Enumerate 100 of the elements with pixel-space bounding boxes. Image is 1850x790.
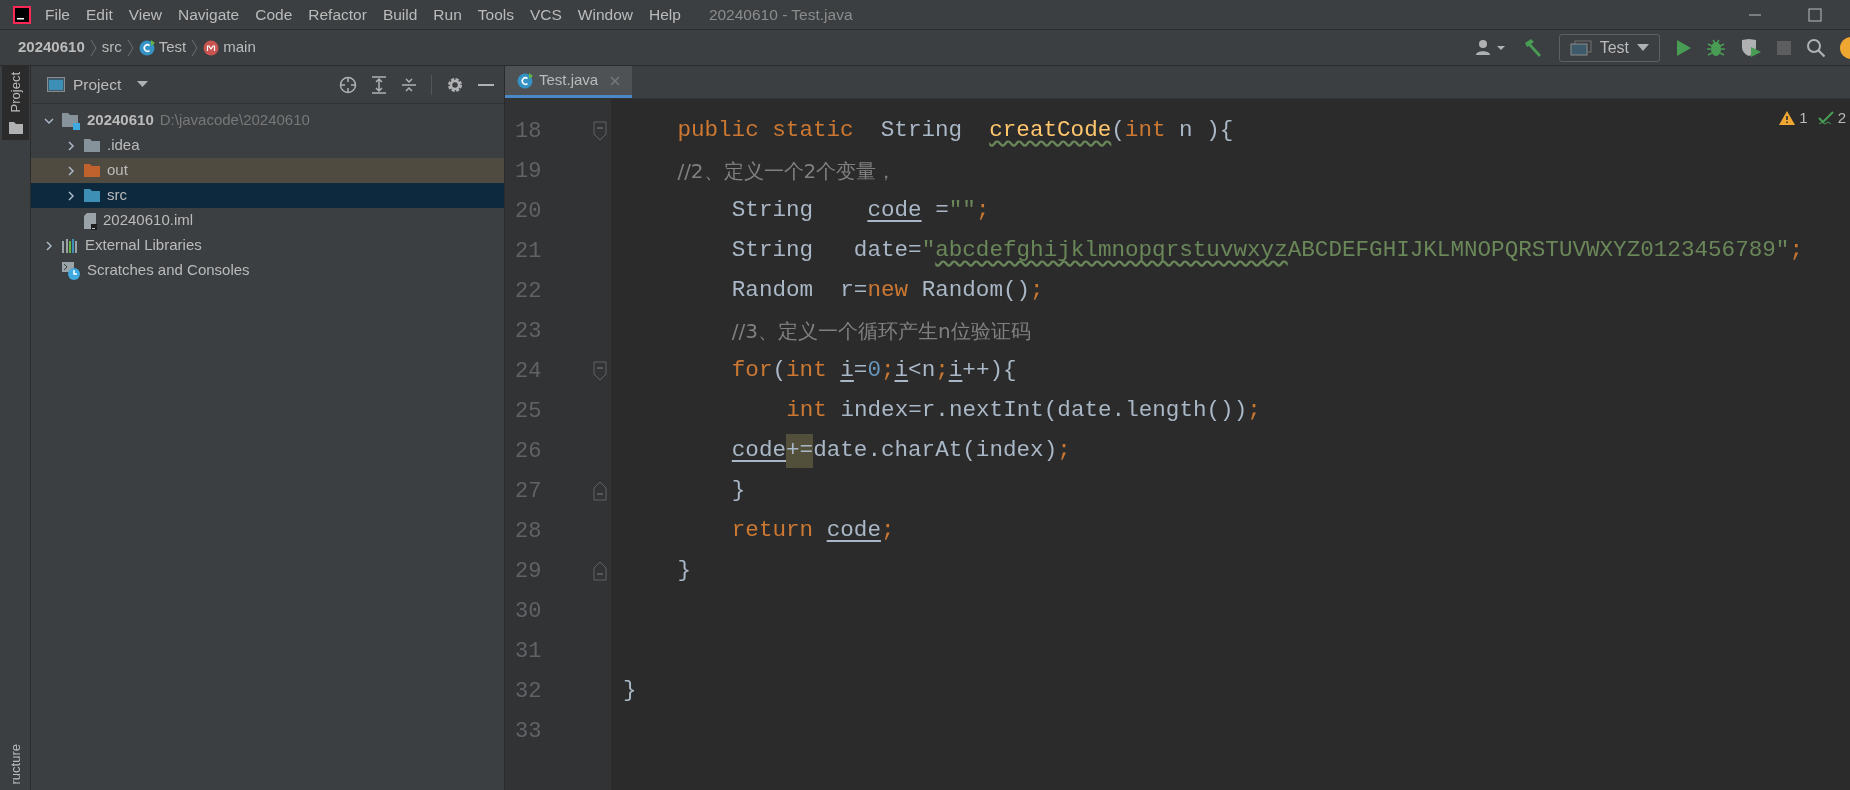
breadcrumb-item[interactable]: 20240610 <box>18 36 85 59</box>
breadcrumb-item[interactable]: Test <box>138 36 187 59</box>
code-token: Random r= <box>731 276 868 306</box>
chevron-right-icon[interactable] <box>43 239 55 252</box>
chevron-right-icon <box>89 38 97 57</box>
code-token: = <box>853 356 868 386</box>
code-token: <n <box>908 356 936 386</box>
code-token: "" <box>948 196 976 226</box>
code-token: i <box>894 356 909 386</box>
expand-all-icon[interactable] <box>371 75 387 94</box>
tree-item[interactable]: Scratches and Consoles <box>31 258 504 283</box>
breadcrumb-item[interactable]: main <box>203 36 256 59</box>
fold-marker-icon[interactable] <box>593 561 607 581</box>
caret-icon <box>1637 43 1649 52</box>
window-title: 20240610 - Test.java <box>708 4 853 25</box>
menu-item[interactable]: Edit <box>86 2 113 27</box>
class-icon <box>138 39 155 56</box>
chevron-right-icon[interactable] <box>65 189 77 202</box>
tree-item[interactable]: 20240610.iml <box>31 208 504 233</box>
code-token: ; <box>1789 236 1803 266</box>
code-token: code <box>826 516 881 546</box>
code-token: abcdefghijklmnopqrstuvwxyz <box>935 236 1288 266</box>
fold-marker-icon[interactable] <box>593 481 607 501</box>
code-token: public static <box>677 116 854 146</box>
editor-tab[interactable]: Test.java <box>505 66 633 98</box>
scratches-icon <box>61 260 81 281</box>
settings-icon[interactable] <box>446 75 464 94</box>
code-comment: //2、定义一个2个变量， <box>677 158 897 185</box>
target-icon[interactable] <box>339 75 357 94</box>
chevron-right-icon[interactable] <box>65 164 77 177</box>
run-icon[interactable] <box>1674 38 1692 57</box>
code-comment: //3、定义一个循环产生n位验证码 <box>731 318 1031 345</box>
side-tab[interactable]: ructure <box>2 737 29 790</box>
tree-item-label: Scratches and Consoles <box>87 260 250 281</box>
panel-title-dropdown[interactable]: Project <box>73 72 149 97</box>
libraries-icon <box>61 237 79 254</box>
code-token: ++){ <box>962 356 1017 386</box>
menu-item[interactable]: View <box>128 2 163 27</box>
search-icon[interactable] <box>1806 37 1826 58</box>
code-token: } <box>623 676 637 706</box>
menu-item[interactable]: Window <box>577 2 633 27</box>
code-token: ( <box>772 356 787 386</box>
tree-item[interactable]: src <box>31 183 504 208</box>
code-token: 0 <box>867 356 881 386</box>
code-token: i <box>948 356 963 386</box>
minimize-panel-icon[interactable] <box>478 82 494 87</box>
project-path: D:\javacode\20240610 <box>159 110 310 131</box>
side-tab[interactable]: Project <box>2 66 29 141</box>
warning-count[interactable]: 1 <box>1779 107 1808 130</box>
fold-marker-icon[interactable] <box>593 121 607 141</box>
chevron-right-icon[interactable] <box>65 139 77 152</box>
check-icon <box>1817 111 1834 126</box>
code-token: ; <box>1057 436 1071 466</box>
menu-item[interactable]: Navigate <box>178 2 240 27</box>
menu-item[interactable]: Tools <box>477 2 514 27</box>
code-token: creatCode <box>989 116 1112 146</box>
method-icon <box>203 39 220 56</box>
check-count[interactable]: 2 <box>1817 107 1846 130</box>
code-token: " <box>921 236 936 266</box>
menu-item[interactable]: Refactor <box>308 2 367 27</box>
menu-item[interactable]: Help <box>649 2 681 27</box>
run-config-dropdown[interactable]: Test <box>1558 33 1660 62</box>
code-token: String <box>879 116 964 146</box>
chevron-right-icon <box>191 38 199 57</box>
breadcrumb-item[interactable]: src <box>101 36 122 59</box>
tree-item[interactable]: 20240610 D:\javacode\20240610 <box>31 108 504 133</box>
maximize-icon[interactable] <box>1808 7 1822 22</box>
menu-item[interactable]: Run <box>433 2 462 27</box>
menu-item[interactable]: File <box>45 2 70 27</box>
tree-item-label: 20240610 <box>87 110 154 131</box>
code-token: ; <box>880 356 895 386</box>
collapse-all-icon[interactable] <box>401 75 417 94</box>
code-token: new <box>867 276 909 306</box>
tree-item[interactable]: out <box>31 158 504 183</box>
code-token: code <box>867 196 922 226</box>
menu-item[interactable]: Code <box>255 2 293 27</box>
tree-item-label: out <box>107 160 128 181</box>
menu-item[interactable]: Build <box>382 2 418 27</box>
class-icon <box>517 72 533 89</box>
code-token: } <box>731 476 746 506</box>
tree-item[interactable]: External Libraries <box>31 233 504 258</box>
fold-marker-icon[interactable] <box>593 361 607 381</box>
code-token: ; <box>1030 276 1044 306</box>
code-token: ; <box>1247 396 1261 426</box>
window-icon <box>1569 39 1592 56</box>
chevron-right-icon <box>126 38 134 57</box>
warning-icon <box>1779 111 1796 126</box>
tree-item-label: External Libraries <box>85 235 202 256</box>
code-token: n ){ <box>1178 116 1234 146</box>
code-token: ( <box>1111 116 1125 146</box>
code-token: String date= <box>731 236 922 266</box>
code-token: String <box>731 196 815 226</box>
code-token: index=r.nextInt(date.length()) <box>839 396 1248 426</box>
code-token: ; <box>975 196 990 226</box>
tree-item[interactable]: .idea <box>31 133 504 158</box>
shield-run-icon[interactable] <box>1740 37 1762 58</box>
menu-item[interactable]: VCS <box>529 2 562 27</box>
code-token: i <box>840 356 854 386</box>
bug-icon[interactable] <box>1706 37 1726 58</box>
code-token: } <box>677 556 691 586</box>
